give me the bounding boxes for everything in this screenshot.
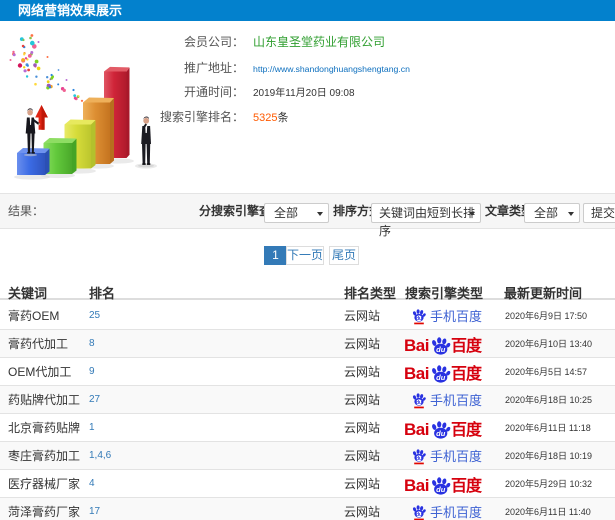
svg-text:du: du [416,456,422,462]
svg-text:du: du [436,345,446,354]
svg-text:du: du [416,512,422,518]
svg-text:du: du [436,485,446,494]
svg-text:du: du [416,400,422,406]
svg-text:du: du [436,429,446,438]
svg-text:du: du [416,316,422,322]
svg-text:du: du [436,373,446,382]
